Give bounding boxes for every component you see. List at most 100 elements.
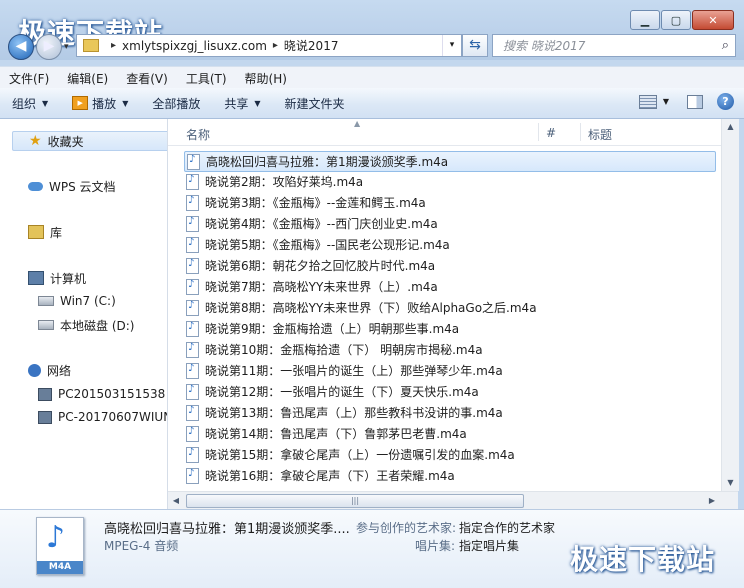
- details-album-value[interactable]: 指定唱片集: [459, 537, 519, 554]
- menu-view[interactable]: 查看(V): [117, 70, 177, 87]
- search-input[interactable]: 搜索 晓说2017 ⌕: [492, 34, 736, 57]
- details-album-key: 唱片集:: [415, 539, 456, 553]
- file-name: 晓说第12期：一张唱片的诞生（下）夏天快乐.m4a: [205, 385, 479, 399]
- m4a-file-icon: ♪ M4A: [36, 517, 84, 575]
- audio-file-icon: [186, 404, 199, 421]
- search-icon[interactable]: ⌕: [722, 38, 729, 53]
- breadcrumb-separator[interactable]: ▸: [273, 40, 278, 51]
- organize-button[interactable]: 组织 ▼: [0, 95, 60, 112]
- sort-ascending-icon: ▲: [354, 119, 361, 128]
- column-title[interactable]: 标题: [588, 126, 612, 143]
- column-divider[interactable]: [538, 123, 539, 141]
- address-bar[interactable]: ▸ xmlytspixzgj_lisuxz.com ▸ 晓说2017 ▾: [76, 34, 462, 57]
- file-name: 晓说第4期：《金瓶梅》--西门庆创业史.m4a: [205, 217, 438, 231]
- organize-label: 组织: [12, 96, 37, 111]
- scroll-thumb[interactable]: |||: [186, 494, 524, 508]
- file-row[interactable]: 晓说第3期：《金瓶梅》--金莲和鳄玉.m4a: [186, 193, 426, 212]
- file-name: 晓说第15期：拿破仑尾声（上）一份遗嘱引发的血案.m4a: [205, 448, 515, 462]
- share-button[interactable]: 共享 ▼: [212, 95, 272, 112]
- file-row[interactable]: 晓说第11期：一张唱片的诞生（上）那些弹琴少年.m4a: [186, 361, 503, 380]
- file-row[interactable]: 高晓松回归喜马拉雅：第1期漫谈颁奖季.m4a: [184, 151, 716, 172]
- scroll-down-icon[interactable]: ▼: [722, 475, 739, 491]
- file-row[interactable]: 晓说第7期：高晓松YY未来世界（上）.m4a: [186, 277, 438, 296]
- file-row[interactable]: 晓说第9期：金瓶梅拾遗（上）明朝那些事.m4a: [186, 319, 459, 338]
- refresh-button[interactable]: ⇆: [462, 34, 488, 57]
- file-row[interactable]: 晓说第4期：《金瓶梅》--西门庆创业史.m4a: [186, 214, 438, 233]
- breadcrumb-separator[interactable]: ▸: [111, 40, 116, 51]
- audio-file-icon: [186, 173, 199, 190]
- view-options-icon[interactable]: [638, 94, 657, 109]
- file-row[interactable]: 晓说第14期：鲁迅尾声（下）鲁郭茅巴老曹.m4a: [186, 424, 467, 443]
- scroll-left-icon[interactable]: ◀: [168, 492, 184, 509]
- chevron-down-icon: ▼: [122, 98, 129, 108]
- file-row[interactable]: 晓说第8期：高晓松YY未来世界（下）败给AlphaGo之后.m4a: [186, 298, 537, 317]
- file-type-badge: M4A: [37, 561, 83, 574]
- file-row[interactable]: 晓说第5期：《金瓶梅》--国民老公现形记.m4a: [186, 235, 450, 254]
- breadcrumb-folder[interactable]: 晓说2017: [284, 37, 339, 54]
- file-row[interactable]: 晓说第10期：金瓶梅拾遗（下） 明朝房市揭秘.m4a: [186, 340, 483, 359]
- maximize-button[interactable]: ▢: [661, 10, 691, 30]
- chevron-down-icon: ▼: [254, 98, 261, 108]
- column-divider[interactable]: [580, 123, 581, 141]
- file-name: 晓说第8期：高晓松YY未来世界（下）败给AlphaGo之后.m4a: [205, 301, 537, 315]
- recent-pages-dropdown[interactable]: ▾: [64, 42, 69, 52]
- file-row[interactable]: 晓说第2期：攻陷好莱坞.m4a: [186, 172, 363, 191]
- star-icon: ★: [29, 133, 42, 149]
- nav-network-pc1[interactable]: PC201503151538: [38, 385, 165, 403]
- new-folder-button[interactable]: 新建文件夹: [273, 95, 357, 112]
- file-row[interactable]: 晓说第13期：鲁迅尾声（上）那些教科书没讲的事.m4a: [186, 403, 503, 422]
- nav-computer[interactable]: 计算机: [28, 269, 86, 287]
- column-name[interactable]: 名称: [186, 126, 210, 143]
- back-button[interactable]: ◀: [8, 34, 34, 60]
- nav-favorites-label: 收藏夹: [47, 134, 84, 149]
- details-filename: 高晓松回归喜马拉雅：第1期漫谈颁奖季....: [104, 522, 350, 537]
- file-row[interactable]: 晓说第16期：拿破仑尾声（下）王者荣耀.m4a: [186, 466, 455, 485]
- nav-wps-label: WPS 云文档: [49, 179, 116, 194]
- audio-file-icon: [186, 299, 199, 316]
- scroll-right-icon[interactable]: ▶: [704, 492, 720, 509]
- column-number[interactable]: #: [546, 126, 556, 140]
- file-row[interactable]: 晓说第6期：朝花夕拾之回忆胶片时代.m4a: [186, 256, 435, 275]
- nav-drive-d[interactable]: 本地磁盘 (D:): [38, 316, 134, 334]
- view-controls: ▼ ?: [638, 93, 734, 110]
- drive-icon: [38, 320, 54, 330]
- address-dropdown-icon[interactable]: ▾: [442, 35, 461, 56]
- library-icon: [28, 225, 44, 239]
- horizontal-scrollbar[interactable]: ◀ ||| ▶: [168, 491, 738, 509]
- menu-help[interactable]: 帮助(H): [236, 70, 296, 87]
- file-name: 晓说第9期：金瓶梅拾遗（上）明朝那些事.m4a: [205, 322, 460, 336]
- close-button[interactable]: ✕: [692, 10, 734, 30]
- nav-network-pc2[interactable]: PC-20170607WIUN: [38, 408, 167, 426]
- play-label: 播放: [92, 96, 117, 111]
- audio-file-icon: [186, 446, 199, 463]
- menu-edit[interactable]: 编辑(E): [58, 70, 117, 87]
- file-name: 晓说第16期：拿破仑尾声（下）王者荣耀.m4a: [205, 469, 455, 483]
- vertical-scrollbar[interactable]: ▲ ▼: [721, 119, 739, 491]
- play-button[interactable]: ▶ 播放 ▼: [60, 95, 140, 112]
- file-row[interactable]: 晓说第12期：一张唱片的诞生（下）夏天快乐.m4a: [186, 382, 479, 401]
- audio-file-icon: [186, 215, 199, 232]
- file-row[interactable]: 晓说第15期：拿破仑尾声（上）一份遗嘱引发的血案.m4a: [186, 445, 515, 464]
- nav-drive-c[interactable]: Win7 (C:): [38, 292, 116, 310]
- new-folder-label: 新建文件夹: [284, 96, 345, 111]
- nav-network[interactable]: 网络: [28, 361, 71, 379]
- chevron-down-icon[interactable]: ▼: [663, 97, 669, 106]
- file-name: 晓说第3期：《金瓶梅》--金莲和鳄玉.m4a: [205, 196, 426, 210]
- breadcrumb-site[interactable]: xmlytspixzgj_lisuxz.com: [122, 39, 267, 53]
- forward-button[interactable]: ▶: [36, 34, 62, 60]
- nav-libraries[interactable]: 库: [28, 223, 62, 241]
- folder-icon: [83, 39, 99, 52]
- help-icon[interactable]: ?: [717, 93, 734, 110]
- preview-pane-icon[interactable]: [687, 94, 703, 109]
- audio-file-icon: [186, 467, 199, 484]
- file-name: 晓说第7期：高晓松YY未来世界（上）.m4a: [205, 280, 438, 294]
- nav-wps-cloud[interactable]: WPS 云文档: [28, 177, 116, 195]
- details-artist-value[interactable]: 指定合作的艺术家: [459, 519, 555, 536]
- menu-file[interactable]: 文件(F): [0, 70, 58, 87]
- menu-tools[interactable]: 工具(T): [177, 70, 236, 87]
- minimize-button[interactable]: ▁: [630, 10, 660, 30]
- explorer-window: 极速下载站 ▁ ▢ ✕ ◀ ▶ ▾ ▸ xmlytspixzgj_lisuxz.…: [0, 0, 744, 588]
- nav-favorites[interactable]: ★ 收藏夹: [12, 131, 167, 151]
- play-all-button[interactable]: 全部播放: [140, 95, 212, 112]
- scroll-up-icon[interactable]: ▲: [722, 119, 739, 135]
